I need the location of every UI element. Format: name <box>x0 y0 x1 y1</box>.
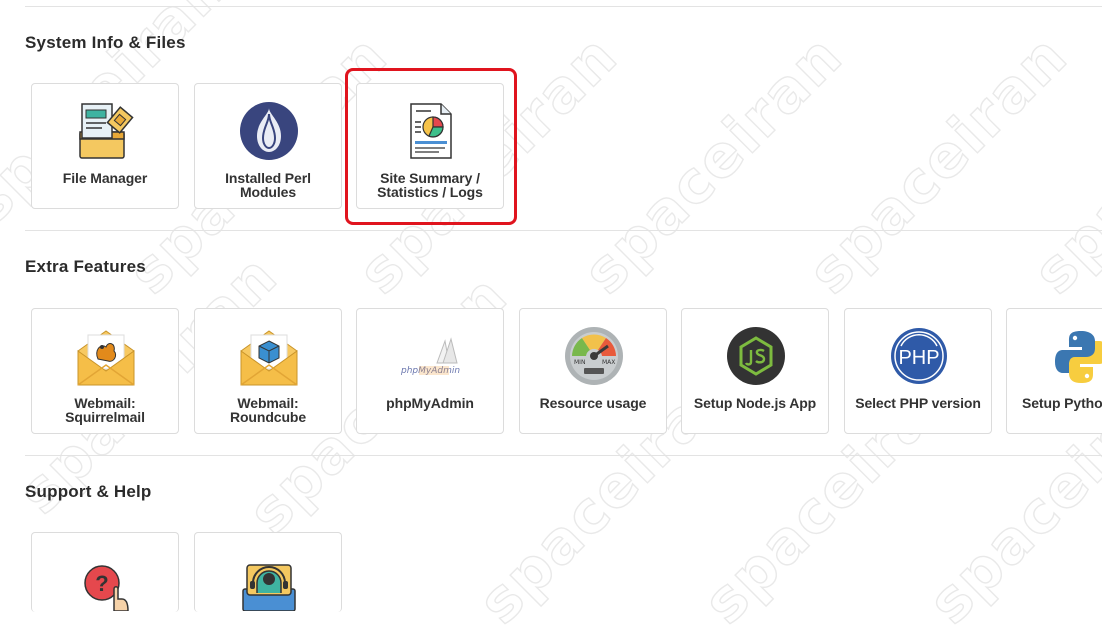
statistics-document-icon <box>401 100 461 162</box>
divider <box>25 455 1102 456</box>
tile-setup-python[interactable]: Setup Pytho <box>1006 308 1102 434</box>
tile-webmail-roundcube[interactable]: Webmail: Roundcube <box>194 308 342 434</box>
svg-text:?: ? <box>95 571 108 596</box>
tile-select-php-version[interactable]: PHP Select PHP version <box>844 308 992 434</box>
php-logo-text: PHP <box>898 347 939 369</box>
tile-setup-nodejs-app[interactable]: Setup Node.js App <box>681 308 829 434</box>
phpmyadmin-icon: phpMyAdmin <box>401 325 461 387</box>
section-title-extra-features: Extra Features <box>25 257 146 276</box>
tile-label: File Manager <box>62 170 148 186</box>
tile-help[interactable]: ? <box>31 532 179 612</box>
tile-phpmyadmin[interactable]: phpMyAdmin phpMyAdmin <box>356 308 504 434</box>
tile-label: Resource usage <box>539 395 647 411</box>
tile-label: Select PHP version <box>855 395 981 411</box>
watermark: spaceiran <box>794 21 1081 308</box>
watermark: spaceiran <box>1019 21 1102 308</box>
watermark: spaceiran <box>569 21 856 308</box>
tile-resource-usage[interactable]: MIN MAX Resource usage <box>519 308 667 434</box>
tile-label: phpMyAdmin <box>386 395 474 411</box>
php-icon: PHP <box>889 325 949 387</box>
tile-file-manager[interactable]: File Manager <box>31 83 179 209</box>
squirrelmail-envelope-icon <box>76 325 136 387</box>
perl-onion-icon <box>239 100 299 162</box>
tile-label: Site Summary / Statistics / Logs <box>377 170 483 200</box>
tile-label: Webmail: Roundcube <box>229 395 307 425</box>
gauge-icon: MIN MAX <box>564 325 624 387</box>
roundcube-envelope-icon <box>239 325 299 387</box>
divider <box>25 230 1102 231</box>
section-title-support-help: Support & Help <box>25 482 152 501</box>
tile-webmail-squirrelmail[interactable]: Webmail: Squirrelmail <box>31 308 179 434</box>
nodejs-icon <box>726 325 786 387</box>
tile-label: Webmail: Squirrelmail <box>65 395 145 425</box>
tile-installed-perl-modules[interactable]: Installed Perl Modules <box>194 83 342 209</box>
gauge-max-label: MAX <box>602 359 615 366</box>
tile-label: Setup Pytho <box>1022 395 1102 411</box>
file-manager-icon <box>76 100 136 162</box>
tile-label: Installed Perl Modules <box>225 170 311 200</box>
divider <box>25 6 1102 7</box>
tile-support[interactable] <box>194 532 342 612</box>
gauge-min-label: MIN <box>574 359 585 366</box>
tile-label: Setup Node.js App <box>693 395 817 411</box>
python-icon <box>1051 325 1102 387</box>
section-title-system-info: System Info & Files <box>25 33 186 52</box>
tile-site-summary-statistics-logs[interactable]: Site Summary / Statistics / Logs <box>356 83 504 209</box>
